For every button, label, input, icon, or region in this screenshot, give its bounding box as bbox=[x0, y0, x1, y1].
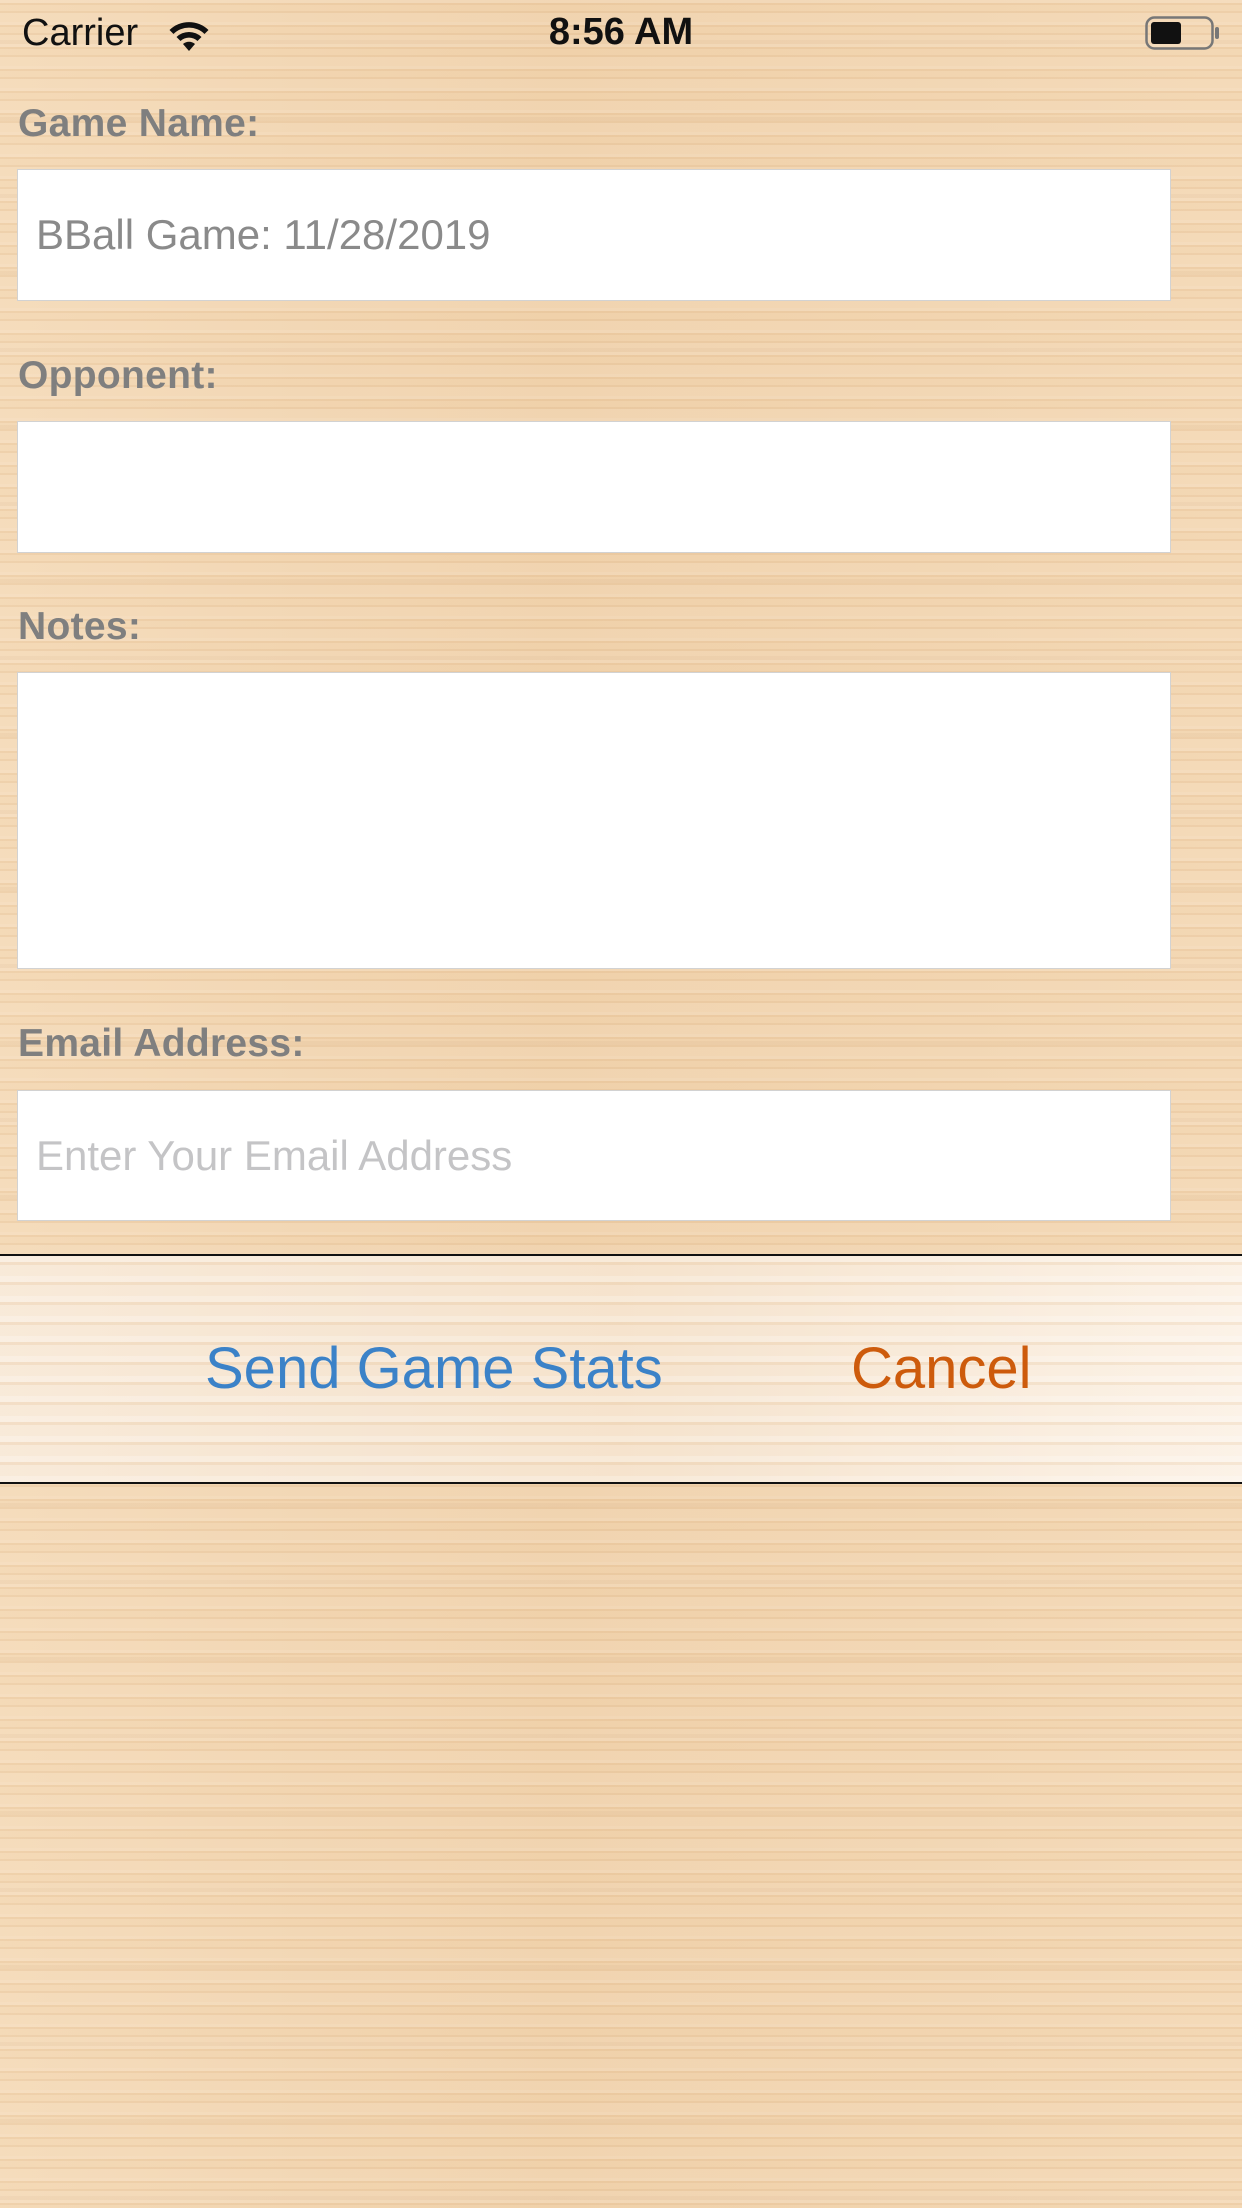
send-game-stats-button[interactable]: Send Game Stats bbox=[205, 1256, 663, 1482]
action-bar: Send Game Stats Cancel bbox=[0, 1254, 1242, 1484]
status-bar: Carrier 8:56 AM bbox=[0, 0, 1242, 66]
email-field[interactable] bbox=[18, 1091, 1170, 1220]
opponent-label: Opponent: bbox=[18, 354, 218, 397]
status-time: 8:56 AM bbox=[548, 11, 694, 53]
game-name-label: Game Name: bbox=[18, 102, 260, 145]
opponent-field[interactable] bbox=[18, 422, 1170, 552]
email-box bbox=[17, 1090, 1171, 1221]
game-name-field[interactable] bbox=[18, 170, 1170, 300]
notes-label: Notes: bbox=[18, 605, 142, 648]
notes-textarea[interactable] bbox=[18, 673, 1170, 968]
cancel-button[interactable]: Cancel bbox=[851, 1256, 1032, 1482]
email-label: Email Address: bbox=[18, 1022, 305, 1065]
battery-icon bbox=[1145, 16, 1219, 50]
game-name-box bbox=[17, 169, 1171, 301]
notes-box bbox=[17, 672, 1171, 969]
opponent-box bbox=[17, 421, 1171, 553]
